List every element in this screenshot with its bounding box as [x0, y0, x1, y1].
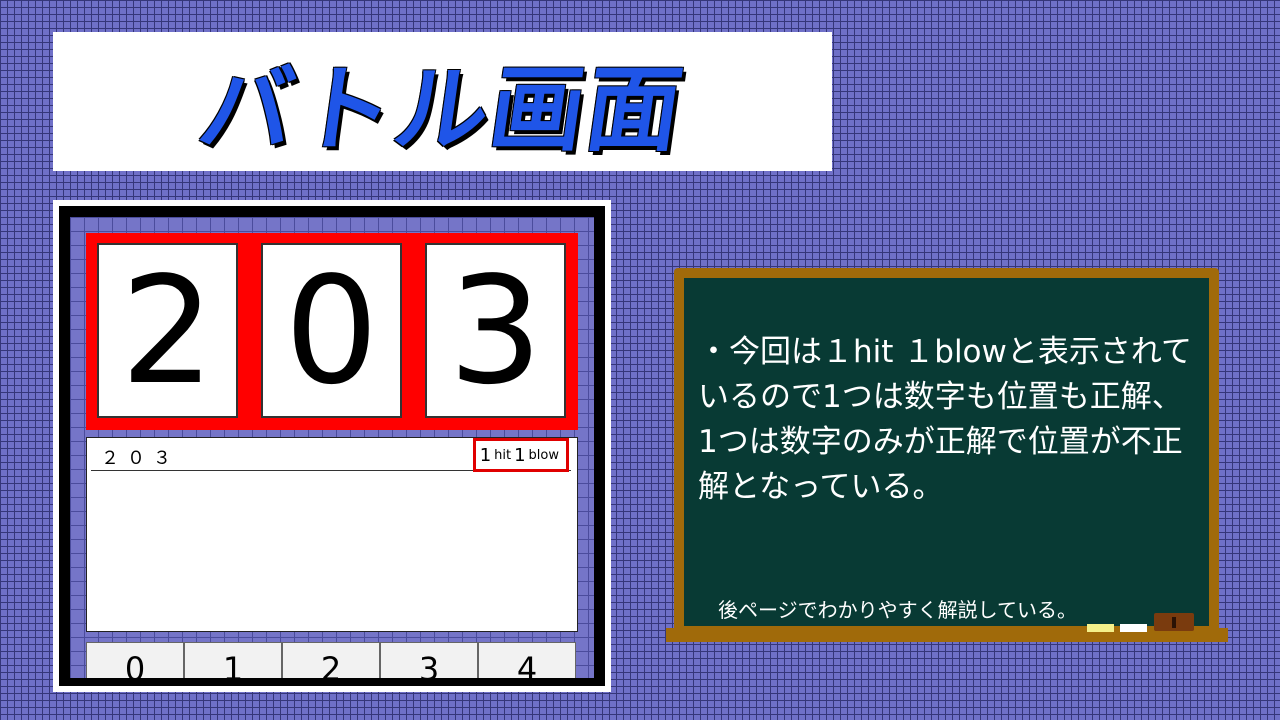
page-title: バトル画面: [192, 55, 691, 165]
key-4[interactable]: 4: [478, 642, 576, 678]
blow-count: 1: [514, 444, 526, 466]
white-chalk: [1120, 624, 1147, 632]
hit-label: hit: [494, 447, 512, 463]
phone-screen: 2 0 3 ２０３ 1 hit 1 blow 0 1 2 3 4: [70, 217, 594, 678]
history-guess: ２０３: [101, 448, 179, 469]
current-guess-panel: 2 0 3: [86, 233, 578, 430]
game-screenshot: 2 0 3 ２０３ 1 hit 1 blow 0 1 2 3 4: [53, 200, 611, 692]
hit-count: 1: [479, 444, 492, 466]
key-2[interactable]: 2: [282, 642, 380, 678]
key-1[interactable]: 1: [184, 642, 282, 678]
history-row: ２０３ 1 hit 1 blow: [91, 438, 571, 472]
guess-history: ２０３ 1 hit 1 blow: [86, 437, 578, 632]
blow-label: blow: [528, 447, 559, 463]
eraser: [1154, 613, 1194, 631]
chalkboard: ・今回は１hit １blowと表示されているので1つは数字も位置も正解、1つは数…: [684, 278, 1209, 626]
phone-frame: 2 0 3 ２０３ 1 hit 1 blow 0 1 2 3 4: [59, 206, 605, 686]
chalkboard-frame: ・今回は１hit １blowと表示されているので1つは数字も位置も正解、1つは数…: [674, 268, 1219, 634]
yellow-chalk: [1087, 624, 1114, 632]
footnote-text: 後ページでわかりやすく解説している。: [718, 598, 1077, 622]
explanation-text: ・今回は１hit １blowと表示されているので1つは数字も位置も正解、1つは数…: [698, 334, 1192, 505]
number-keypad: 0 1 2 3 4: [86, 642, 576, 678]
hit-blow-result: 1 hit 1 blow: [472, 438, 569, 472]
digit-card-1[interactable]: 2: [97, 243, 238, 418]
key-0[interactable]: 0: [86, 642, 184, 678]
digit-card-2[interactable]: 0: [261, 243, 402, 418]
key-3[interactable]: 3: [380, 642, 478, 678]
digit-card-3[interactable]: 3: [425, 243, 566, 418]
title-banner: バトル画面: [53, 32, 832, 171]
